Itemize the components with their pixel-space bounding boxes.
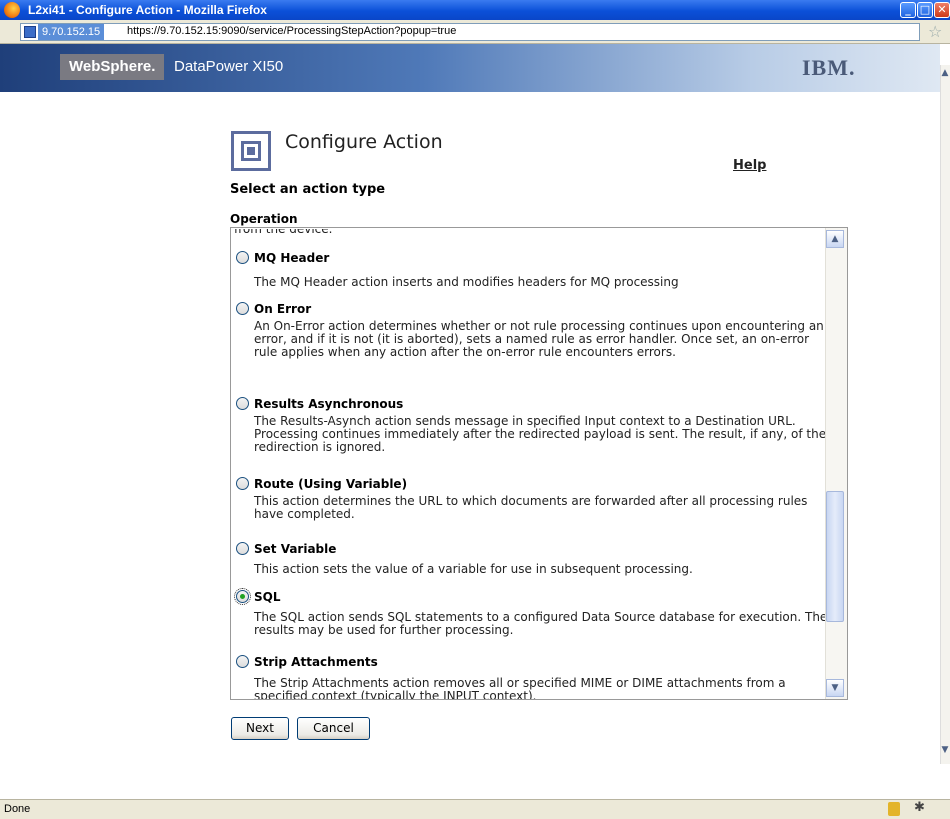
operation-name[interactable]: Strip Attachments — [254, 655, 378, 669]
status-text: Done — [4, 803, 31, 815]
bookmark-star-icon[interactable]: ☆ — [928, 22, 942, 41]
radio-route-using-variable[interactable] — [236, 477, 249, 490]
site-identity-badge[interactable]: 9.70.152.15 — [38, 24, 105, 40]
product-name: DataPower XI50 — [174, 58, 284, 75]
operation-name[interactable]: Set Variable — [254, 542, 336, 556]
websphere-brand-logo: WebSphere. — [60, 54, 165, 80]
section-heading: Select an action type — [230, 182, 386, 197]
page-scroll-up-arrow-icon[interactable]: ▲ — [940, 68, 950, 82]
scroll-up-arrow-icon[interactable]: ▲ — [826, 230, 844, 248]
next-button[interactable]: Next — [231, 717, 289, 740]
operation-description: This action determines the URL to which … — [254, 494, 808, 521]
firefox-logo-icon — [4, 2, 20, 18]
operation-name[interactable]: Route (Using Variable) — [254, 477, 407, 491]
operation-description: The Strip Attachments action removes all… — [254, 677, 786, 699]
url-text[interactable]: https://9.70.152.15:9090/service/Process… — [127, 25, 456, 37]
close-window-button[interactable]: ✕ — [934, 2, 950, 18]
help-link[interactable]: Help — [733, 158, 766, 173]
status-bar — [0, 799, 950, 819]
operation-description: This action sets the value of a variable… — [254, 562, 693, 576]
radio-on-error[interactable] — [236, 302, 249, 315]
radio-set-variable[interactable] — [236, 542, 249, 555]
operation-description: The Results-Asynch action sends message … — [254, 414, 827, 454]
lock-icon[interactable] — [888, 802, 900, 816]
firebug-icon[interactable]: ✱ — [914, 800, 925, 815]
radio-results-asynchronous[interactable] — [236, 397, 249, 410]
operation-description: The SQL action sends SQL statements to a… — [254, 610, 828, 637]
operation-list-scrollbar[interactable] — [825, 228, 847, 699]
page-scrollbar[interactable] — [940, 65, 950, 764]
page-title: Configure Action — [285, 131, 443, 153]
radio-sql[interactable] — [234, 588, 251, 605]
page-scroll-down-arrow-icon[interactable]: ▼ — [940, 745, 950, 759]
site-favicon-icon — [24, 26, 36, 38]
radio-strip-attachments[interactable] — [236, 655, 249, 668]
minimize-button[interactable]: _ — [900, 2, 916, 18]
operation-description: An On-Error action determines whether or… — [254, 319, 824, 359]
operation-name[interactable]: On Error — [254, 302, 311, 316]
scroll-down-arrow-icon[interactable]: ▼ — [826, 679, 844, 697]
operation-description: The MQ Header action inserts and modifie… — [254, 275, 679, 289]
configure-action-icon-dot — [247, 147, 255, 155]
maximize-button[interactable]: □ — [917, 2, 933, 18]
operation-name[interactable]: MQ Header — [254, 251, 329, 265]
operation-label: Operation — [230, 212, 298, 226]
operation-name[interactable]: SQL — [254, 590, 281, 604]
operation-list-scroll-thumb[interactable] — [826, 491, 844, 622]
operation-name[interactable]: Results Asynchronous — [254, 397, 403, 411]
ibm-logo: IBM. — [802, 55, 856, 80]
radio-mq-header[interactable] — [236, 251, 249, 264]
window-title: L2xi41 - Configure Action - Mozilla Fire… — [28, 3, 267, 17]
cancel-button[interactable]: Cancel — [297, 717, 370, 740]
